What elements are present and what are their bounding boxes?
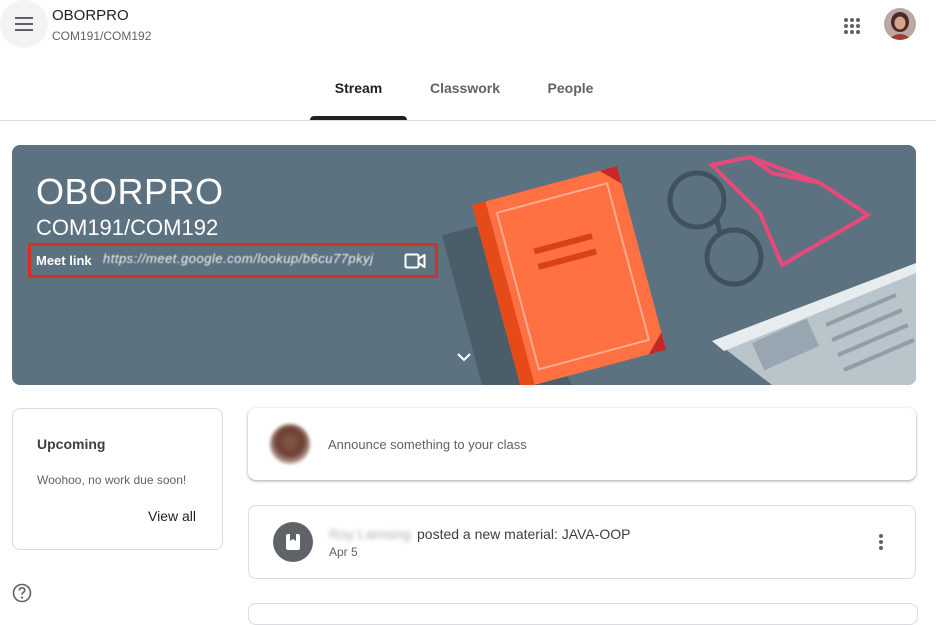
post-title: posted a new material: JAVA-OOP [417,526,631,542]
apps-grid-icon [844,18,860,34]
tab-people[interactable]: People [532,72,609,120]
avatar-image [884,8,916,40]
view-all-link[interactable]: View all [148,508,196,524]
google-apps-button[interactable] [838,12,866,40]
tab-stream-label: Stream [334,80,383,96]
post-author: Roy Lamsing [329,526,411,542]
class-banner: OBORPRO COM191/COM192 Meet link https://… [12,145,916,385]
material-icon-badge [273,522,313,562]
post-date: Apr 5 [329,545,358,559]
upcoming-title: Upcoming [37,436,106,452]
hamburger-menu-icon [15,17,33,31]
main-menu-button[interactable] [0,0,48,48]
announce-box[interactable]: Announce something to your class [248,408,916,480]
video-camera-icon[interactable] [404,252,426,270]
top-app-bar: OBORPRO COM191/COM192 Stream Classwork P… [0,0,936,121]
banner-class-section: COM191/COM192 [36,215,219,240]
more-vert-icon [879,534,883,550]
account-avatar[interactable] [884,8,916,40]
bookmark-book-icon [286,534,300,550]
next-stream-card [248,603,918,625]
tab-people-label: People [547,80,594,96]
user-avatar [270,424,310,464]
help-icon[interactable] [12,583,32,603]
meet-link-url[interactable]: https://meet.google.com/lookup/b6cu77pky… [103,251,398,266]
stream-post-item[interactable]: Roy Lamsing posted a new material: JAVA-… [248,505,916,579]
upcoming-card: Upcoming Woohoo, no work due soon! View … [12,408,223,550]
post-options-button[interactable] [869,530,893,554]
upcoming-message: Woohoo, no work due soon! [37,473,187,487]
chevron-down-icon[interactable] [456,351,472,363]
tab-classwork-label: Classwork [429,80,501,96]
class-section: COM191/COM192 [52,29,152,43]
tab-classwork[interactable]: Classwork [418,72,512,120]
class-title[interactable]: OBORPRO [52,7,129,24]
announce-placeholder: Announce something to your class [328,437,527,452]
meet-link-label: Meet link [36,253,92,268]
tab-stream[interactable]: Stream [310,72,407,120]
banner-class-title: OBORPRO [36,171,224,212]
